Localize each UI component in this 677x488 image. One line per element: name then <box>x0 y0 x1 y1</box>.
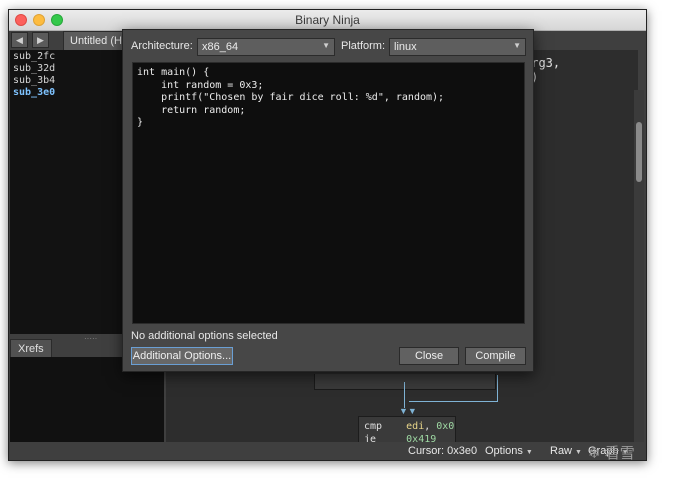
additional-options-button[interactable]: Additional Options... <box>131 347 233 365</box>
cursor-position: Cursor: 0x3e0 <box>408 445 478 457</box>
graph-edge <box>404 382 405 408</box>
code-line: int main() { <box>137 67 210 78</box>
graph-edge <box>409 401 498 402</box>
dropdown-arrow-icon: ▼ <box>575 449 582 456</box>
architecture-select[interactable]: x86_64 ▼ <box>197 38 335 56</box>
vertical-scrollbar-thumb[interactable] <box>636 122 642 182</box>
code-line: } <box>137 117 144 128</box>
options-menu[interactable]: Options ▼ <box>485 445 533 457</box>
instruction-register: edi <box>406 421 425 432</box>
function-item[interactable]: sub_2fc <box>13 51 55 62</box>
compile-dialog: Architecture: x86_64 ▼ Platform: linux ▼… <box>122 29 534 372</box>
chevron-down-icon: ▼ <box>513 41 521 50</box>
tab-xrefs[interactable]: Xrefs <box>10 339 52 358</box>
close-button[interactable]: Close <box>399 347 459 365</box>
function-item-selected[interactable]: sub_3e0 <box>13 87 55 98</box>
back-arrow-icon: ◀ <box>16 35 23 45</box>
architecture-label: Architecture: <box>131 40 193 52</box>
forward-button[interactable]: ▶ <box>32 32 49 48</box>
options-status-text: No additional options selected <box>131 330 278 342</box>
code-line: printf("Chosen by fair dice roll: %d", r… <box>137 92 445 103</box>
platform-label: Platform: <box>341 40 386 52</box>
source-code-editor[interactable]: int main() { int random = 0x3; printf("C… <box>132 62 525 324</box>
function-item[interactable]: sub_32d <box>13 63 55 74</box>
instruction-row: cmp edi, 0x0 <box>364 421 455 432</box>
code-line: return random; <box>137 104 246 116</box>
platform-select[interactable]: linux ▼ <box>389 38 526 56</box>
instruction-mnemonic: cmp <box>364 421 383 432</box>
chevron-down-icon: ▼ <box>322 41 330 50</box>
dropdown-arrow-icon: ▼ <box>525 449 533 456</box>
forward-arrow-icon: ▶ <box>37 35 44 45</box>
graph-node-previous[interactable] <box>314 374 496 390</box>
snowflake-icon: ❄ <box>588 445 601 462</box>
status-bar: Cursor: 0x3e0 Options ▼ Raw ▼ Graph ▼ <box>9 442 646 460</box>
architecture-value: x86_64 <box>202 41 239 53</box>
title-bar: Binary Ninja <box>9 10 646 31</box>
platform-value: linux <box>394 41 417 53</box>
function-item[interactable]: sub_3b4 <box>13 75 55 86</box>
splitter-grip-icon[interactable]: ····· <box>84 334 97 343</box>
graph-edge <box>497 375 498 402</box>
code-line: int random = 0x3; <box>137 79 264 91</box>
instruction-immediate: 0x0 <box>436 421 455 432</box>
back-button[interactable]: ◀ <box>11 32 28 48</box>
window-title: Binary Ninja <box>295 13 360 27</box>
compile-button[interactable]: Compile <box>465 347 526 365</box>
raw-menu[interactable]: Raw ▼ <box>550 445 582 457</box>
edge-arrow-icon: ▼▼ <box>399 406 417 416</box>
watermark-logo: ❄ 看雪 <box>588 445 635 462</box>
